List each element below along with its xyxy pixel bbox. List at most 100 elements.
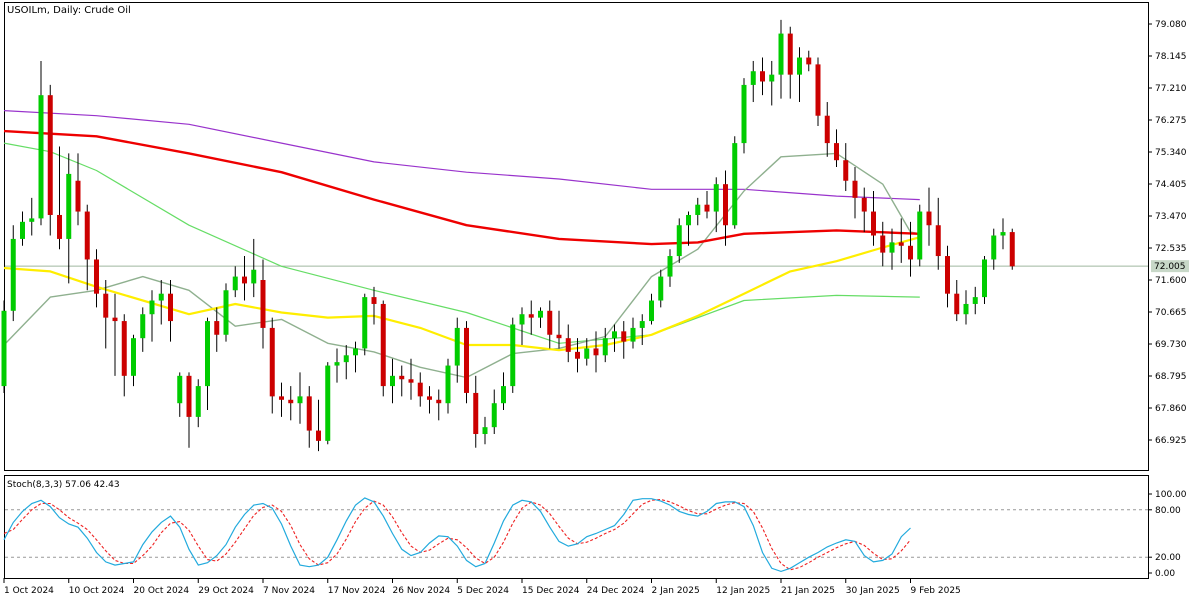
candle-body [325, 365, 331, 441]
candle-body [501, 386, 506, 404]
candle-body [251, 269, 257, 284]
candle-body [834, 143, 839, 161]
candle-body [205, 321, 210, 387]
candle-body [131, 338, 136, 376]
candle-body [445, 365, 451, 404]
candle-body [769, 74, 775, 82]
candle-body [66, 173, 72, 239]
candle-body [649, 300, 654, 322]
candle-body [454, 327, 460, 366]
x-tick-label: 17 Nov 2024 [328, 586, 386, 596]
candle-body [639, 321, 645, 328]
candle-body [399, 375, 405, 380]
candle-body [75, 180, 81, 212]
candle-body [473, 392, 479, 435]
y-tick-label: 77.210 [1155, 84, 1187, 94]
x-tick-label: 10 Oct 2024 [69, 586, 125, 596]
y-tick-label: 72.535 [1155, 244, 1187, 254]
candle-body [510, 324, 516, 387]
y-tick-label: 78.145 [1155, 52, 1187, 62]
stoch-y-tick-label: 20.00 [1155, 553, 1181, 563]
candle-body [158, 293, 164, 301]
stoch-y-tick-label: 80.00 [1155, 506, 1181, 516]
candle-body [760, 71, 765, 82]
y-tick-label: 68.795 [1155, 372, 1187, 382]
y-tick-label: 69.730 [1155, 340, 1187, 350]
candle-body [889, 242, 895, 253]
candle-body [260, 280, 266, 328]
candle-body [621, 331, 627, 342]
candle-body [140, 314, 146, 339]
candle-body [29, 218, 35, 222]
candle-body [94, 259, 99, 294]
candle-body [371, 297, 377, 304]
candle-body [954, 293, 960, 315]
candle-body [908, 245, 913, 260]
x-tick-label: 15 Dec 2024 [522, 586, 580, 596]
candle-body [343, 355, 349, 363]
candle-body [288, 399, 294, 404]
stoch-y-tick-label: 100.00 [1155, 490, 1187, 500]
x-tick-label: 7 Nov 2024 [263, 586, 315, 596]
candle-body [149, 300, 155, 315]
candle-body [723, 184, 728, 226]
candle-body [852, 180, 858, 198]
candle-body [935, 225, 941, 257]
candle-body [177, 375, 183, 404]
candle-body [491, 403, 497, 428]
candle-body [112, 317, 118, 322]
candle-body [556, 334, 562, 339]
x-tick-label: 2 Jan 2025 [652, 586, 700, 596]
candle-body [482, 427, 488, 435]
y-tick-label: 74.405 [1155, 180, 1187, 190]
candle-body [982, 259, 987, 298]
candle-body [306, 396, 312, 431]
candle-body [686, 214, 691, 226]
candle-body [565, 338, 571, 352]
candle-body [121, 321, 127, 376]
candle-body [787, 33, 793, 75]
candle-body [612, 331, 617, 339]
last-price-label: 72.005 [1154, 262, 1186, 272]
candle-body [297, 396, 303, 404]
x-tick-label: 20 Oct 2024 [134, 586, 190, 596]
candle-body [519, 314, 525, 325]
candle-body [963, 303, 969, 315]
candle-body [732, 143, 738, 226]
x-tick-label: 9 Feb 2025 [911, 586, 961, 596]
candle-body [741, 84, 747, 144]
candle-body [806, 57, 812, 65]
y-tick-label: 73.470 [1155, 212, 1187, 222]
candle-body [538, 310, 543, 318]
x-tick-label: 21 Jan 2025 [781, 586, 835, 596]
x-tick-label: 5 Dec 2024 [457, 586, 509, 596]
candle-body [843, 160, 849, 181]
candle-body [103, 293, 109, 318]
candle-body [232, 276, 238, 291]
candle-body [316, 430, 321, 441]
candle-body [168, 293, 173, 322]
candle-body [750, 71, 756, 85]
candle-body [334, 362, 340, 366]
candle-body [242, 276, 247, 284]
y-tick-label: 71.600 [1155, 276, 1187, 286]
candle-body [778, 33, 784, 75]
candle-body [427, 396, 432, 400]
candle-body [602, 338, 608, 356]
candle-body [676, 225, 682, 257]
chart-window: 79.080 78.145 77.210 76.275 75.340 74.405 73.4… [0, 0, 1200, 600]
candle-body [547, 310, 553, 335]
x-tick-label: 30 Jan 2025 [846, 586, 900, 596]
candle-body [269, 327, 275, 397]
candle-body [408, 379, 414, 383]
chart-title: USOILm, Daily: Crude Oil [7, 5, 131, 16]
candle-body [797, 57, 802, 75]
candle-body [880, 235, 886, 253]
candle-body [214, 321, 220, 335]
candle-body [20, 221, 25, 239]
candle-body [704, 204, 710, 212]
candle-body [47, 95, 53, 215]
candle-body [815, 64, 821, 116]
candle-body [713, 184, 719, 212]
chart-canvas: 79.080 78.145 77.210 76.275 75.340 74.405 73.4… [0, 0, 1200, 600]
